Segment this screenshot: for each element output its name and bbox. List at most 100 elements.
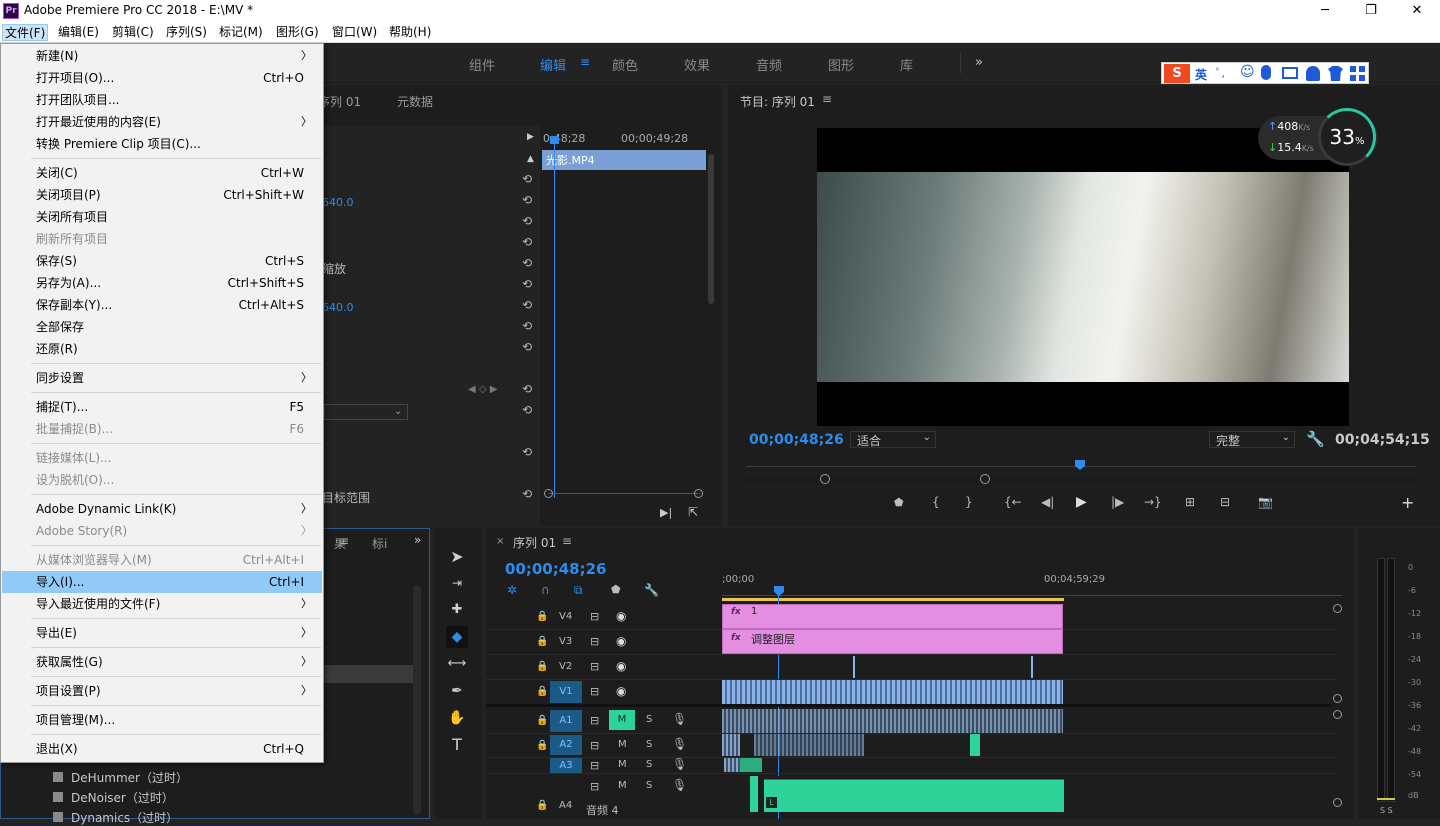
- sync-lock-icon[interactable]: ⊟: [590, 759, 599, 772]
- v2-clip[interactable]: [853, 656, 855, 678]
- quality-dropdown[interactable]: 完整 ⌄: [1209, 431, 1295, 448]
- menu-marker[interactable]: 标记(M): [217, 24, 265, 41]
- microphone-icon[interactable]: [1261, 65, 1271, 80]
- v2-clip[interactable]: [1031, 656, 1033, 678]
- source-clip[interactable]: 光影.MP4: [542, 150, 706, 170]
- track-name[interactable]: A4: [559, 800, 572, 811]
- collapse-arrow-icon[interactable]: ▲: [527, 154, 534, 164]
- timeline-tab[interactable]: 序列 01: [513, 534, 556, 551]
- v1-clips[interactable]: [722, 680, 1063, 704]
- lock-icon[interactable]: 🔒: [536, 636, 548, 647]
- linked-selection-icon[interactable]: ⧉: [574, 583, 583, 598]
- filter-icon[interactable]: ▶|: [660, 506, 672, 519]
- tab-markers[interactable]: 标i: [372, 535, 387, 552]
- step-back-icon[interactable]: ◀|: [1041, 495, 1054, 509]
- reset-icon[interactable]: ⟲: [520, 403, 534, 417]
- emoji-icon[interactable]: ☺: [1240, 64, 1255, 80]
- punctuation-icon[interactable]: ﾟ,: [1216, 65, 1225, 81]
- microphone-icon[interactable]: 🎙: [672, 778, 687, 792]
- solo-button[interactable]: S: [646, 739, 652, 750]
- menu-item-open-project[interactable]: 打开项目(O)... Ctrl+O: [2, 67, 322, 89]
- menu-item-get-properties[interactable]: 获取属性(G) 〉: [2, 651, 322, 673]
- menu-item-import-recent[interactable]: 导入最近使用的文件(F) 〉: [2, 593, 322, 615]
- chevron-down-icon[interactable]: ⌄: [394, 406, 402, 417]
- menu-item-close-project[interactable]: 关闭项目(P) Ctrl+Shift+W: [2, 184, 322, 206]
- mute-button[interactable]: M: [618, 780, 627, 791]
- vertical-zoom-handle[interactable]: [1333, 710, 1342, 719]
- menu-item-project-settings[interactable]: 项目设置(P) 〉: [2, 680, 322, 702]
- mute-button[interactable]: M: [618, 739, 627, 750]
- track-name[interactable]: V2: [559, 661, 572, 672]
- effect-item[interactable]: DeNoiser（过时）: [53, 789, 174, 806]
- reset-icon[interactable]: ⟲: [520, 487, 534, 501]
- menu-item-close-all[interactable]: 关闭所有项目: [2, 206, 322, 228]
- menu-item-convert-clip[interactable]: 转换 Premiere Clip 项目(C)...: [2, 133, 322, 155]
- selection-tool-icon[interactable]: ➤: [446, 546, 468, 568]
- program-timecode[interactable]: 00;00;48;26: [749, 432, 844, 448]
- source-playhead-handle[interactable]: [550, 136, 559, 144]
- add-button-icon[interactable]: +: [1401, 493, 1414, 512]
- a2-clip[interactable]: [722, 734, 740, 756]
- skin-icon[interactable]: [1328, 66, 1343, 81]
- menu-item-open-recent[interactable]: 打开最近使用的内容(E) 〉: [2, 111, 322, 133]
- menu-window[interactable]: 窗口(W): [330, 24, 379, 41]
- menu-item-save-as[interactable]: 另存为(A)... Ctrl+Shift+S: [2, 272, 322, 294]
- sync-lock-icon[interactable]: ⊟: [590, 635, 599, 648]
- solo-button[interactable]: S: [646, 780, 652, 791]
- menu-item-export[interactable]: 导出(E) 〉: [2, 622, 322, 644]
- maximize-button[interactable]: ❐: [1348, 0, 1394, 22]
- microphone-icon[interactable]: 🎙: [672, 712, 687, 726]
- go-to-in-icon[interactable]: {←: [1004, 495, 1022, 509]
- memory-percent-gauge[interactable]: 33%: [1318, 108, 1376, 166]
- lift-icon[interactable]: ⊞: [1185, 495, 1195, 509]
- track-source-patch[interactable]: V1: [550, 681, 582, 703]
- lock-icon[interactable]: 🔒: [536, 611, 548, 622]
- workspace-libraries[interactable]: 库: [900, 55, 913, 74]
- reset-icon[interactable]: ⟲: [520, 235, 534, 249]
- fit-dropdown[interactable]: 适合 ⌄: [850, 431, 936, 448]
- solo-buttons[interactable]: S S: [1380, 806, 1393, 815]
- track-source-patch[interactable]: A1: [550, 710, 582, 732]
- menu-item-new[interactable]: 新建(N) 〉: [2, 45, 322, 67]
- hand-tool-icon[interactable]: ✋: [446, 707, 468, 729]
- lock-icon[interactable]: 🔒: [536, 686, 548, 697]
- adjustment-clip-v4[interactable]: fx 1: [722, 604, 1063, 629]
- menu-graphics[interactable]: 图形(G): [274, 24, 321, 41]
- more-workspaces-icon[interactable]: »: [975, 55, 983, 70]
- anchor-value[interactable]: 640.0: [322, 301, 354, 314]
- music-clip[interactable]: [764, 776, 1064, 812]
- mute-button-active[interactable]: M: [609, 710, 635, 730]
- menu-item-save-all[interactable]: 全部保存: [2, 316, 322, 338]
- menu-item-close[interactable]: 关闭(C) Ctrl+W: [2, 162, 322, 184]
- nest-toggle-icon[interactable]: ✲: [507, 583, 517, 597]
- ripple-edit-tool-icon[interactable]: ✚: [446, 599, 468, 621]
- workspace-menu-icon[interactable]: ≡: [580, 55, 590, 69]
- reset-icon[interactable]: ⟲: [520, 382, 534, 396]
- menu-sequence[interactable]: 序列(S): [164, 24, 209, 41]
- keyboard-icon[interactable]: [1282, 67, 1298, 79]
- menu-item-project-manager[interactable]: 项目管理(M)...: [2, 709, 322, 731]
- eye-icon[interactable]: ◉: [616, 634, 626, 648]
- program-title[interactable]: 节目: 序列 01: [740, 93, 815, 110]
- menu-item-import[interactable]: 导入(I)... Ctrl+I: [2, 571, 322, 593]
- reset-icon[interactable]: ⟲: [520, 214, 534, 228]
- panel-menu-icon[interactable]: ≡: [822, 92, 832, 106]
- track-name[interactable]: V4: [559, 611, 572, 622]
- reset-icon[interactable]: ⟲: [520, 445, 534, 459]
- expand-arrow-icon[interactable]: ▶: [527, 132, 534, 142]
- user-icon[interactable]: [1306, 66, 1320, 81]
- zoom-handle-right[interactable]: [980, 474, 990, 484]
- ime-lang[interactable]: 英: [1195, 66, 1207, 83]
- track-source-patch[interactable]: A3: [550, 758, 582, 774]
- lock-icon[interactable]: 🔒: [536, 661, 548, 672]
- workspace-graphics[interactable]: 图形: [828, 55, 854, 74]
- timeline-settings-icon[interactable]: 🔧: [644, 583, 659, 597]
- program-playhead[interactable]: [1075, 460, 1085, 470]
- solo-button[interactable]: S: [646, 759, 652, 770]
- workspace-assembly[interactable]: 组件: [469, 55, 495, 74]
- zoom-handle-left[interactable]: [544, 489, 553, 498]
- menu-item-sync-settings[interactable]: 同步设置 〉: [2, 367, 322, 389]
- effect-item[interactable]: DeHummer（过时）: [53, 769, 188, 786]
- tab-sequence[interactable]: 序列 01: [318, 93, 361, 110]
- menu-file[interactable]: 文件(F): [2, 24, 49, 41]
